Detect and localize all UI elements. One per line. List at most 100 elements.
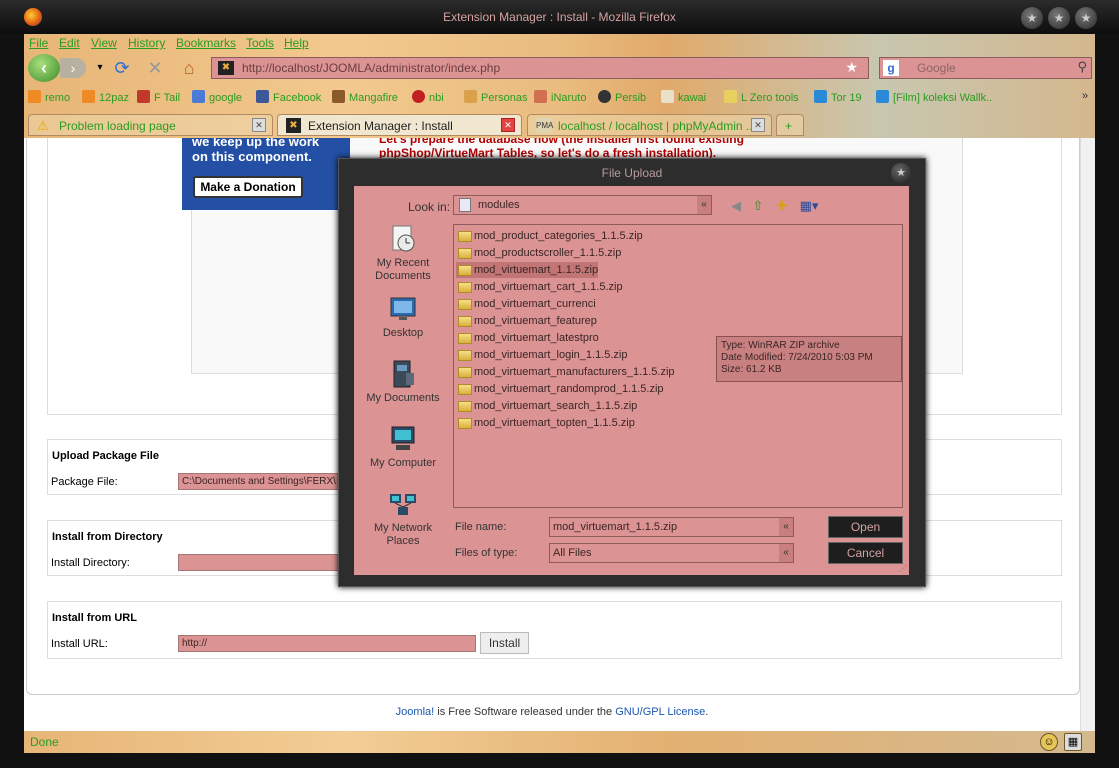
menu-edit[interactable]: Edit bbox=[59, 36, 80, 50]
minimize-icon[interactable]: ★ bbox=[1021, 7, 1043, 29]
place-my-computer[interactable]: My Computer bbox=[362, 424, 444, 470]
bookmark-item[interactable]: Mangafire bbox=[332, 90, 398, 104]
bookmarks-overflow-icon[interactable]: » bbox=[1082, 90, 1088, 102]
place-my-documents[interactable]: My Documents bbox=[362, 359, 444, 405]
bookmark-icon bbox=[724, 90, 737, 103]
view-menu-icon[interactable]: ▦▾ bbox=[797, 198, 821, 214]
up-folder-icon[interactable]: ⇧ bbox=[750, 198, 766, 214]
menu-help[interactable]: Help bbox=[284, 36, 309, 50]
search-icon[interactable]: ⚲ bbox=[1077, 59, 1087, 75]
dialog-body: Look in: modules « ◀ ⇧ ✚ ▦▾ My Recent Do… bbox=[354, 186, 909, 575]
open-button[interactable]: Open bbox=[828, 516, 903, 538]
tab-phpmyadmin[interactable]: PMA localhost / localhost | phpMyAdmin .… bbox=[527, 114, 772, 136]
search-placeholder: Google bbox=[917, 61, 956, 75]
dialog-close-icon[interactable]: ★ bbox=[891, 163, 911, 183]
tab-close-icon[interactable]: ✕ bbox=[252, 118, 266, 132]
place-desktop[interactable]: Desktop bbox=[362, 294, 444, 340]
new-tab-button[interactable]: + bbox=[776, 114, 804, 136]
look-in-select[interactable]: modules « bbox=[453, 195, 712, 215]
url-bar[interactable]: ✖ http://localhost/JOOMLA/administrator/… bbox=[211, 57, 869, 79]
google-icon bbox=[192, 90, 205, 103]
file-type-select[interactable]: All Files « bbox=[549, 543, 794, 563]
history-dropdown-icon[interactable]: ▾ bbox=[89, 58, 111, 78]
file-item[interactable]: mod_virtuemart_topten_1.1.5.zip bbox=[456, 415, 635, 431]
back-arrow-icon[interactable]: ‹ bbox=[28, 54, 60, 82]
bookmark-item[interactable]: remo bbox=[28, 90, 70, 104]
menu-tools[interactable]: Tools bbox=[246, 36, 274, 50]
file-item[interactable]: mod_virtuemart_manufacturers_1.1.5.zip bbox=[456, 364, 675, 380]
joomla-link[interactable]: Joomla! bbox=[396, 706, 435, 718]
file-item[interactable]: mod_virtuemart_randomprod_1.1.5.zip bbox=[456, 381, 664, 397]
file-item[interactable]: mod_virtuemart_featurep bbox=[456, 313, 597, 329]
install-directory-label: Install Directory: bbox=[51, 557, 130, 569]
bookmark-item[interactable]: Personas bbox=[464, 90, 527, 104]
file-name-label: File name: bbox=[455, 521, 507, 533]
bookmark-icon bbox=[412, 90, 425, 103]
menu-file[interactable]: File bbox=[29, 36, 48, 50]
reload-icon[interactable]: ⟳ bbox=[111, 58, 133, 78]
package-file-input[interactable]: C:\Documents and Settings\FERX\ bbox=[178, 473, 348, 490]
file-item[interactable]: mod_virtuemart_currenci bbox=[456, 296, 596, 312]
file-item[interactable]: mod_virtuemart_cart_1.1.5.zip bbox=[456, 279, 623, 295]
page-scrollbar[interactable] bbox=[1080, 138, 1095, 731]
tooltip-size: Size: 61.2 KB bbox=[721, 364, 782, 375]
tab-extension-manager[interactable]: ✖ Extension Manager : Install ✕ bbox=[277, 114, 522, 136]
close-icon[interactable]: ★ bbox=[1075, 7, 1097, 29]
bookmark-item[interactable]: Tor 19 bbox=[814, 90, 862, 104]
chevron-down-icon[interactable]: « bbox=[779, 518, 793, 536]
maximize-icon[interactable]: ★ bbox=[1048, 7, 1070, 29]
place-label: My Recent Documents bbox=[375, 257, 431, 282]
install-url-label: Install URL: bbox=[51, 638, 108, 650]
place-my-network[interactable]: My Network Places bbox=[362, 489, 444, 548]
bookmark-item[interactable]: L Zero tools bbox=[724, 90, 799, 104]
bookmark-item[interactable]: Facebook bbox=[256, 90, 321, 104]
addon-icon[interactable]: ▦ bbox=[1064, 733, 1082, 751]
tab-close-icon[interactable]: ✕ bbox=[751, 118, 765, 132]
file-name-input[interactable]: mod_virtuemart_1.1.5.zip « bbox=[549, 517, 794, 537]
menu-view[interactable]: View bbox=[91, 36, 117, 50]
bookmark-item[interactable]: kawai bbox=[661, 90, 706, 104]
file-item-selected[interactable]: mod_virtuemart_1.1.5.zip bbox=[456, 262, 599, 278]
file-item[interactable]: mod_product_categories_1.1.5.zip bbox=[456, 228, 643, 244]
cancel-button[interactable]: Cancel bbox=[828, 542, 903, 564]
bookmark-icon bbox=[876, 90, 889, 103]
back-icon[interactable]: ◀ bbox=[728, 198, 744, 214]
resize-grip-icon[interactable]: ⋰ bbox=[899, 564, 907, 573]
make-donation-button[interactable]: Make a Donation bbox=[193, 176, 303, 198]
bookmark-item[interactable]: 12paz bbox=[82, 90, 129, 104]
bookmark-item[interactable]: iNaruto bbox=[534, 90, 586, 104]
home-icon[interactable]: ⌂ bbox=[178, 58, 200, 78]
navigation-bar: ‹ › ▾ ⟳ ✕ ⌂ ✖ http://localhost/JOOMLA/ad… bbox=[24, 54, 1095, 82]
menu-history[interactable]: History bbox=[128, 36, 165, 50]
bookmark-item[interactable]: F Tail bbox=[137, 90, 180, 104]
stop-icon[interactable]: ✕ bbox=[144, 58, 166, 78]
file-item[interactable]: mod_virtuemart_login_1.1.5.zip bbox=[456, 347, 627, 363]
place-recent-documents[interactable]: My Recent Documents bbox=[362, 224, 444, 283]
tab-problem-loading[interactable]: ⚠ Problem loading page ✕ bbox=[28, 114, 273, 136]
install-directory-input[interactable] bbox=[178, 554, 348, 571]
bookmark-item[interactable]: nbi bbox=[412, 90, 444, 104]
upload-package-title: Upload Package File bbox=[52, 450, 159, 462]
gpl-license-link[interactable]: GNU/GPL License bbox=[615, 706, 705, 718]
bookmark-star-icon[interactable]: ★ bbox=[845, 59, 858, 76]
tab-close-icon[interactable]: ✕ bbox=[501, 118, 515, 132]
forward-arrow-icon[interactable]: › bbox=[60, 58, 86, 78]
package-file-label: Package File: bbox=[51, 476, 118, 488]
search-bar[interactable]: g Google ⚲ bbox=[879, 57, 1092, 79]
desktop-icon bbox=[390, 297, 416, 320]
bookmark-item[interactable]: Persib bbox=[598, 90, 646, 104]
smiley-addon-icon[interactable]: ☺ bbox=[1040, 733, 1058, 751]
install-button[interactable]: Install bbox=[480, 632, 529, 654]
file-item[interactable]: mod_virtuemart_latestpro bbox=[456, 330, 599, 346]
folder-icon bbox=[459, 198, 471, 212]
install-url-input[interactable]: http:// bbox=[178, 635, 476, 652]
network-places-icon bbox=[390, 494, 416, 515]
bookmark-item[interactable]: [Film] koleksi Wallk.. bbox=[876, 90, 992, 104]
chevron-down-icon[interactable]: « bbox=[779, 544, 793, 562]
bookmark-item[interactable]: google bbox=[192, 90, 242, 104]
chevron-down-icon[interactable]: « bbox=[697, 196, 711, 214]
file-item[interactable]: mod_virtuemart_search_1.1.5.zip bbox=[456, 398, 637, 414]
new-folder-icon[interactable]: ✚ bbox=[774, 198, 790, 214]
menu-bookmarks[interactable]: Bookmarks bbox=[176, 36, 236, 50]
file-item[interactable]: mod_productscroller_1.1.5.zip bbox=[456, 245, 621, 261]
